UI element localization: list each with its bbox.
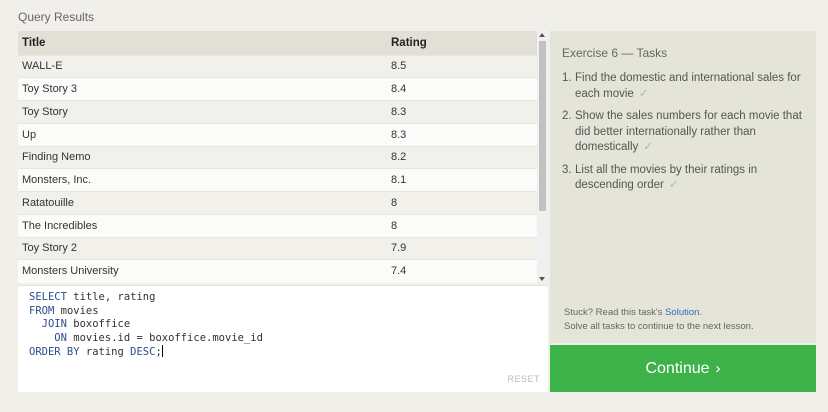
cell-title: Finding Nemo [22,151,91,164]
table-row: Toy Story 3 8.4 [18,77,537,101]
results-body: WALL-E 8.5 Toy Story 3 8.4 Toy Story 8.3 Up 8.3… [18,55,537,283]
table-row: Toy Story 8.3 [18,100,537,124]
sql-text: boxoffice [66,318,131,331]
column-header-title: Title [22,36,46,49]
task-number: 3. [562,163,572,176]
cell-title: Monsters, Inc. [22,174,92,187]
table-row: Up 8.3 [18,123,537,146]
table-row: Monsters, Inc. 8.1 [18,168,537,192]
sql-keyword: SELECT [29,291,67,303]
code-line: SELECT title, rating [29,291,263,305]
cell-title: Monsters University [22,265,119,278]
task-item: 1. Find the domestic and international sa… [562,71,808,102]
stuck-prefix: Stuck? Read this task's [564,307,666,318]
query-results-title: Query Results [18,10,95,24]
sql-code[interactable]: SELECT title, rating FROM movies JOIN box… [29,291,263,360]
solution-link[interactable]: Solution [665,307,699,318]
code-line: JOIN boxoffice [29,318,263,332]
results-scrollbar[interactable] [537,31,548,283]
checkmark-icon: ✓ [668,179,679,191]
checkmark-icon: ✓ [643,141,653,153]
cell-rating: 8.1 [391,174,407,187]
cell-title: WALL-E [22,60,63,73]
task-label: Find the domestic and international sale… [575,72,801,100]
scroll-up-icon[interactable] [539,33,545,37]
help-text: Stuck? Read this task's Solution. Solve … [564,306,754,334]
query-results-panel[interactable]: Title Rating WALL-E 8.5 Toy Story 3 8.4 Toy … [18,31,548,283]
task-text: Find the domestic and international sale… [575,71,808,102]
sql-keyword: FROM [29,304,55,317]
task-text: List all the movies by their ratings in … [575,163,808,194]
tasks-title: Exercise 6 — Tasks [562,46,668,60]
table-row: The Incredibles 8 [18,214,537,237]
sql-text: movies [54,304,99,317]
table-row: WALL-E 8.5 [18,55,537,78]
table-row: Finding Nemo 8.2 [18,146,537,169]
sql-text: rating [79,346,131,359]
cell-rating: 8.3 [391,128,407,141]
task-number: 2. [562,110,572,122]
cell-title: Up [22,128,37,141]
cell-rating: 8.2 [391,151,407,164]
task-number: 1. [562,72,572,84]
cell-title: The Incredibles [22,219,98,232]
task-item: 3. List all the movies by their ratings i… [562,163,808,194]
continue-label: Continue [645,359,710,377]
cell-title: Toy Story 3 [22,83,78,96]
cell-rating: 8.5 [391,60,407,73]
sql-text: title, rating [66,291,156,303]
table-row: Ratatouille 8 [18,191,537,215]
sql-keyword: ON [54,331,67,344]
table-row: Monsters University 7.4 [18,259,537,283]
code-line: ORDER BY rating DESC; [29,345,263,360]
continue-note: Solve all tasks to continue to the next … [564,321,754,332]
sql-keyword: DESC [130,346,156,359]
task-list: 1. Find the domestic and international sa… [562,71,808,201]
scroll-down-icon[interactable] [539,277,545,281]
results-table: Title Rating WALL-E 8.5 Toy Story 3 8.4 Toy … [18,31,537,283]
reset-button[interactable]: RESET [507,374,540,384]
sql-keyword: ORDER BY [29,346,80,359]
code-line: ON movies.id = boxoffice.movie_id [29,332,263,346]
cell-rating: 8 [391,219,398,232]
sql-editor[interactable]: SELECT title, rating FROM movies JOIN box… [18,285,548,392]
cell-rating: 8 [391,196,398,209]
task-label: List all the movies by their ratings in … [575,163,758,192]
tasks-panel: Exercise 6 — Tasks 1. Find the domestic a… [550,31,816,343]
cell-title: Ratatouille [22,196,74,209]
cell-rating: 7.9 [391,242,407,255]
sql-keyword: JOIN [41,318,67,331]
checkmark-icon: ✓ [638,87,649,100]
cell-rating: 8.4 [391,83,407,96]
scroll-thumb[interactable] [539,41,546,211]
cell-rating: 7.4 [391,265,407,278]
continue-button[interactable]: Continue › [550,345,816,392]
text-cursor [161,345,163,358]
cell-rating: 8.3 [391,105,407,118]
table-row: Toy Story 2 7.9 [18,237,537,260]
column-header-rating: Rating [391,36,427,49]
chevron-right-icon: › [715,360,721,377]
task-item: 2. Show the sales numbers for each movie … [562,109,808,156]
cell-title: Toy Story 2 [22,242,78,255]
task-text: Show the sales numbers for each movie th… [575,109,808,156]
sql-text: movies.id = boxoffice.movie_id [66,331,263,344]
results-table-wrapper: Title Rating WALL-E 8.5 Toy Story 3 8.4 Toy … [18,31,537,283]
results-header-row: Title Rating [18,31,537,55]
task-label: Show the sales numbers for each movie th… [575,110,802,153]
cell-title: Toy Story [22,105,68,118]
code-line: FROM movies [29,305,263,319]
stuck-suffix: . [699,307,703,318]
